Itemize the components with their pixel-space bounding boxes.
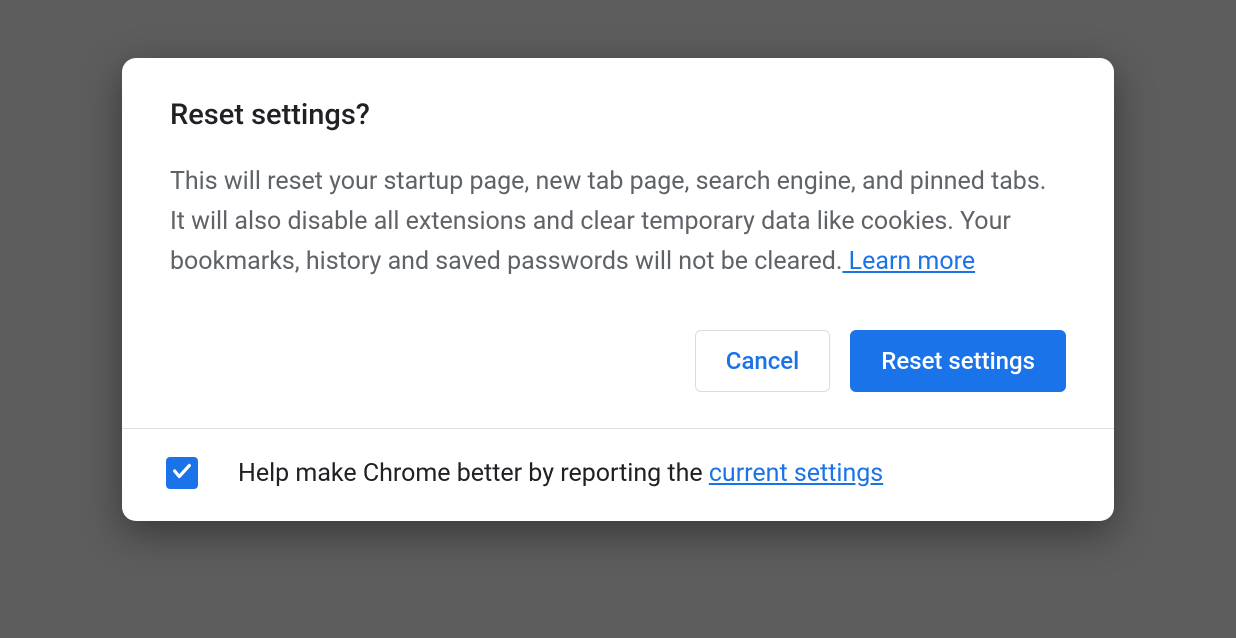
report-settings-checkbox[interactable] — [166, 457, 198, 489]
reset-settings-dialog: Reset settings? This will reset your sta… — [122, 58, 1114, 521]
reset-settings-button[interactable]: Reset settings — [850, 330, 1066, 392]
learn-more-link[interactable]: Learn more — [842, 247, 975, 276]
current-settings-link[interactable]: current settings — [709, 459, 883, 488]
dialog-button-row: Cancel Reset settings — [170, 330, 1066, 392]
dialog-description: This will reset your startup page, new t… — [170, 162, 1066, 282]
dialog-title: Reset settings? — [170, 98, 1066, 132]
footer-text: Help make Chrome better by reporting the… — [238, 459, 883, 488]
dialog-body: Reset settings? This will reset your sta… — [122, 58, 1114, 428]
footer-help-text: Help make Chrome better by reporting the — [238, 459, 709, 488]
dialog-footer: Help make Chrome better by reporting the… — [122, 428, 1114, 521]
check-icon — [171, 460, 193, 486]
cancel-button[interactable]: Cancel — [695, 330, 830, 392]
